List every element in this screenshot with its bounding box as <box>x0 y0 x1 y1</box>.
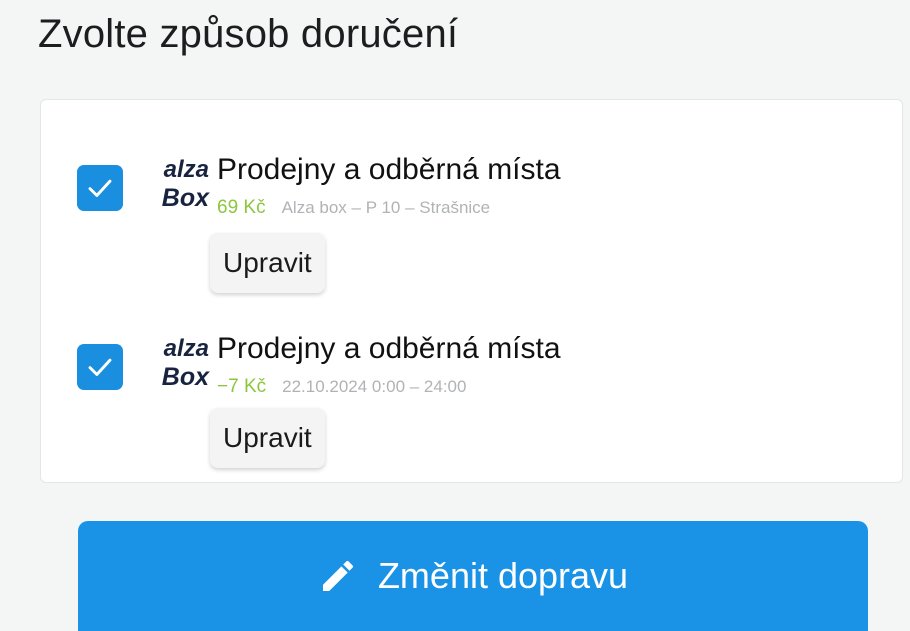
option-1-price: 69 Kč <box>217 197 266 218</box>
option-2-edit-button[interactable]: Upravit <box>210 408 325 468</box>
option-2-subline: −7 Kč 22.10.2024 0:00 – 24:00 <box>217 376 466 398</box>
option-2-title: Prodejny a odběrná místa <box>217 332 561 365</box>
delivery-options-card: alza Box Prodejny a odběrná místa 69 Kč A… <box>40 99 903 483</box>
option-1-checkbox[interactable] <box>77 165 123 211</box>
check-icon <box>88 358 112 376</box>
pencil-icon <box>322 560 353 591</box>
alzabox-logo: alza Box <box>161 335 209 391</box>
change-delivery-button[interactable]: Změnit dopravu <box>78 521 868 631</box>
option-1-detail: Alza box – P 10 – Strašnice <box>281 198 491 217</box>
alzabox-logo: alza Box <box>161 156 209 212</box>
option-2-detail: 22.10.2024 0:00 – 24:00 <box>282 377 467 396</box>
option-1-title: Prodejny a odběrná místa <box>217 153 561 186</box>
option-1-subline: 69 Kč Alza box – P 10 – Strašnice <box>217 197 490 219</box>
page-title: Zvolte způsob doručení <box>38 12 459 56</box>
option-1-edit-button[interactable]: Upravit <box>210 233 325 293</box>
option-2-price: −7 Kč <box>217 376 267 397</box>
option-2-checkbox[interactable] <box>77 344 123 390</box>
check-icon <box>88 179 112 197</box>
change-delivery-label: Změnit dopravu <box>377 555 629 596</box>
